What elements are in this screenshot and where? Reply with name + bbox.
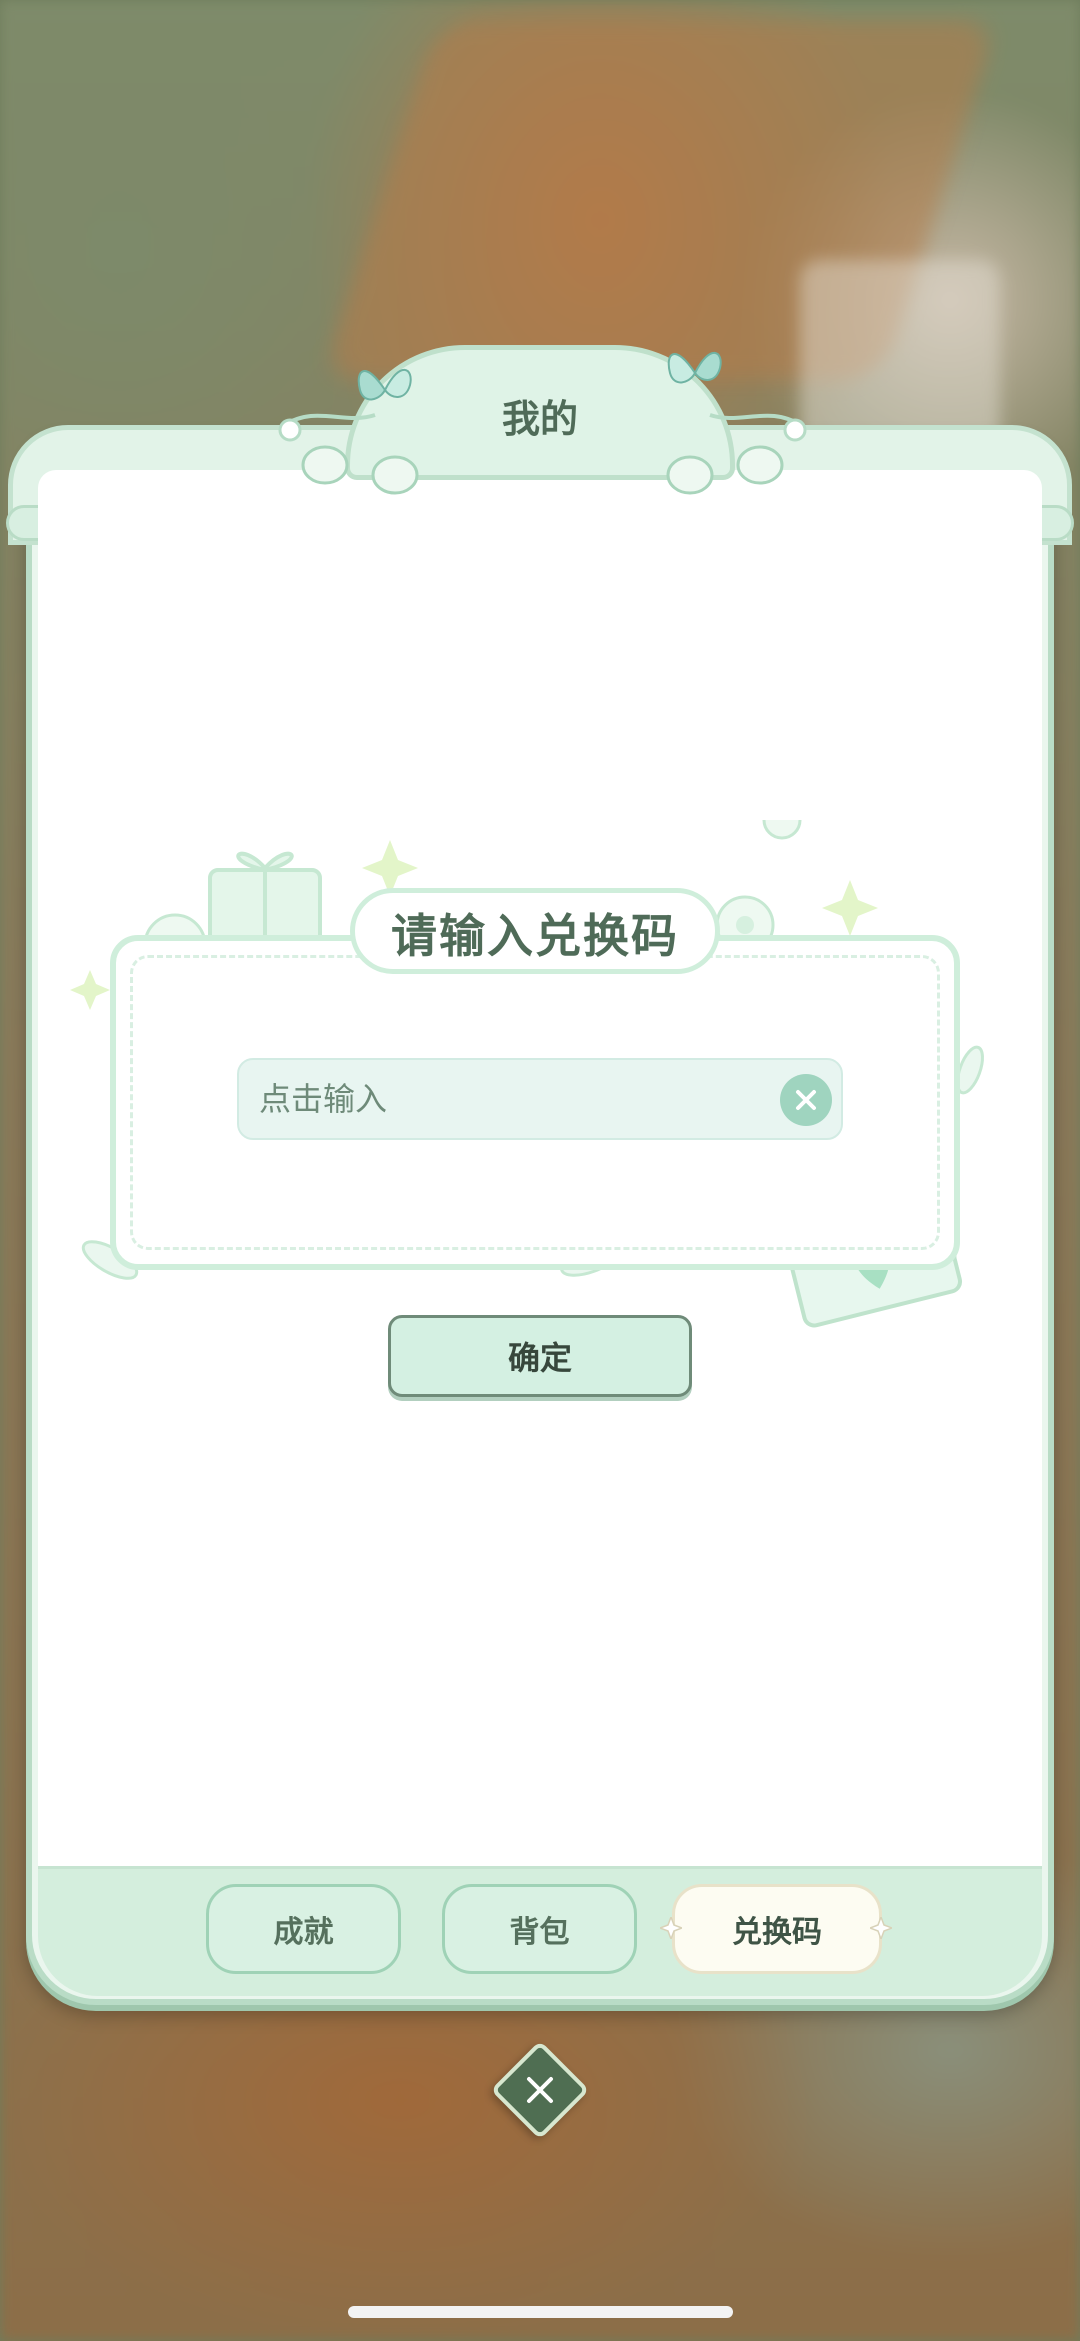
clear-input-button[interactable] (780, 1074, 832, 1126)
clear-icon (796, 1090, 816, 1110)
close-button-glyph[interactable] (505, 2055, 575, 2125)
vine-left-decoration (278, 413, 419, 495)
butterfly-right-icon (667, 351, 722, 384)
redeem-code-input[interactable] (237, 1058, 843, 1140)
redeem-heading: 请输入兑换码 (391, 909, 679, 963)
tab-achievements[interactable]: 成就 (206, 1884, 401, 1974)
home-indicator[interactable] (348, 2306, 733, 2318)
tab-sparkle-right-icon (870, 1917, 892, 1939)
vine-right-decoration (666, 413, 807, 495)
tab-redeem-code[interactable]: 兑换码 (672, 1884, 882, 1974)
tab-backpack[interactable]: 背包 (442, 1884, 637, 1974)
tab-sparkle-left-icon (660, 1917, 682, 1939)
close-icon (527, 2077, 553, 2103)
confirm-button[interactable]: 确定 (388, 1315, 692, 1397)
